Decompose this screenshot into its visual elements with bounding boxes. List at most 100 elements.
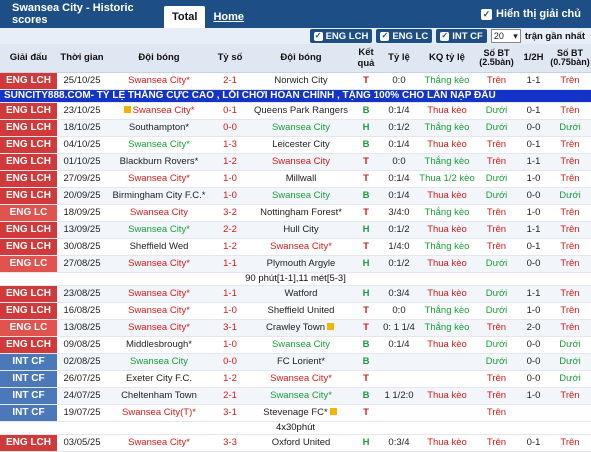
home-team[interactable]: Swansea City* bbox=[107, 221, 211, 239]
match-score[interactable]: 3-2 bbox=[211, 204, 249, 222]
match-score[interactable]: 1-2 bbox=[211, 153, 249, 171]
league-badge[interactable]: ENG LC bbox=[0, 204, 57, 222]
table-row[interactable]: INT CF 24/07/25 Cheltenham Town 2-1 Swansea … bbox=[0, 387, 591, 405]
league-badge[interactable]: ENG LCH bbox=[0, 187, 57, 205]
away-team[interactable]: Swansea City bbox=[249, 119, 353, 137]
away-team[interactable]: Sheffield United bbox=[249, 302, 353, 320]
league-badge[interactable]: ENG LCH bbox=[0, 170, 57, 188]
ad-banner-text[interactable]: SUNCITY888.COM- TỶ LỆ THẮNG CỰC CAO , LỖ… bbox=[0, 89, 591, 103]
league-badge[interactable]: INT CF bbox=[0, 370, 57, 388]
match-count-select[interactable]: 20 ▾ bbox=[490, 29, 521, 43]
home-team[interactable]: Swansea City* bbox=[107, 170, 211, 188]
table-row[interactable]: INT CF 19/07/25 Swansea City(T)* 3-1 Stevena… bbox=[0, 404, 591, 422]
match-score[interactable]: 1-0 bbox=[211, 187, 249, 205]
table-row[interactable]: ENG LCH 23/08/25 Swansea City* 1-1 Watford H 0… bbox=[0, 285, 591, 303]
home-team[interactable]: Cheltenham Town bbox=[107, 387, 211, 405]
table-row[interactable]: ENG LCH 18/10/25 Southampton* 0-0 Swansea Ci… bbox=[0, 119, 591, 137]
league-badge[interactable]: ENG LCH bbox=[0, 119, 57, 137]
home-team[interactable]: Swansea City* bbox=[107, 72, 211, 90]
league-badge[interactable]: ENG LCH bbox=[0, 285, 57, 303]
league-badge[interactable]: ENG LCH bbox=[0, 336, 57, 354]
match-score[interactable]: 0-0 bbox=[211, 353, 249, 371]
away-team[interactable]: Watford bbox=[249, 285, 353, 303]
league-badge[interactable]: ENG LCH bbox=[0, 102, 57, 120]
checkbox-icon[interactable]: ✓ bbox=[313, 31, 323, 41]
tab-home[interactable]: Home bbox=[205, 6, 252, 28]
away-team[interactable]: Swansea City* bbox=[249, 387, 353, 405]
table-row[interactable]: ENG LC 27/08/25 Swansea City* 1-1 Plymouth A… bbox=[0, 255, 591, 273]
league-badge[interactable]: INT CF bbox=[0, 404, 57, 422]
match-score[interactable]: 1-0 bbox=[211, 302, 249, 320]
match-score[interactable]: 2-2 bbox=[211, 221, 249, 239]
match-score[interactable]: 3-3 bbox=[211, 434, 249, 452]
table-row[interactable]: ENG LCH 20/09/25 Birmingham City F.C.* 1-0 S… bbox=[0, 187, 591, 205]
match-score[interactable]: 1-3 bbox=[211, 136, 249, 154]
away-team[interactable]: Norwich City bbox=[249, 72, 353, 90]
match-score[interactable]: 1-2 bbox=[211, 238, 249, 256]
match-score[interactable]: 2-1 bbox=[211, 72, 249, 90]
table-row[interactable]: ENG LCH 09/08/25 Middlesbrough* 1-0 Swansea … bbox=[0, 336, 591, 354]
away-team[interactable]: Swansea City bbox=[249, 153, 353, 171]
away-team[interactable]: Nottingham Forest* bbox=[249, 204, 353, 222]
checkbox-icon[interactable]: ✓ bbox=[380, 31, 390, 41]
match-score[interactable]: 1-0 bbox=[211, 336, 249, 354]
away-team[interactable]: Swansea City* bbox=[249, 370, 353, 388]
checkbox-icon[interactable]: ✓ bbox=[481, 8, 493, 20]
home-team[interactable]: Swansea City* bbox=[107, 434, 211, 452]
league-badge[interactable]: INT CF bbox=[0, 387, 57, 405]
filter-int-cf[interactable]: ✓ INT CF bbox=[436, 29, 487, 43]
home-team[interactable]: Exeter City F.C. bbox=[107, 370, 211, 388]
tab-total[interactable]: Total bbox=[164, 6, 206, 28]
table-row[interactable]: INT CF 02/08/25 Swansea City 0-0 FC Lorient*… bbox=[0, 353, 591, 371]
home-team[interactable]: Middlesbrough* bbox=[107, 336, 211, 354]
match-score[interactable]: 1-1 bbox=[211, 255, 249, 273]
table-row[interactable]: ENG LCH 01/10/25 Blackburn Rovers* 1-2 Swans… bbox=[0, 153, 591, 171]
table-row[interactable]: INT CF 26/07/25 Exeter City F.C. 1-2 Swansea… bbox=[0, 370, 591, 388]
table-row[interactable]: ENG LCH 03/05/25 Swansea City* 3-3 Oxford Un… bbox=[0, 434, 591, 452]
league-badge[interactable]: ENG LCH bbox=[0, 136, 57, 154]
home-team[interactable]: Swansea City* bbox=[107, 136, 211, 154]
away-team[interactable]: Swansea City* bbox=[249, 238, 353, 256]
match-score[interactable]: 1-2 bbox=[211, 370, 249, 388]
match-score[interactable]: 2-1 bbox=[211, 387, 249, 405]
away-team[interactable]: Plymouth Argyle bbox=[249, 255, 353, 273]
league-badge[interactable]: ENG LCH bbox=[0, 238, 57, 256]
filter-eng-lc[interactable]: ✓ ENG LC bbox=[376, 29, 433, 43]
table-row[interactable]: ENG LC 13/08/25 Swansea City* 3-1 Crawley To… bbox=[0, 319, 591, 337]
filter-eng-lch[interactable]: ✓ ENG LCH bbox=[309, 29, 373, 43]
home-team[interactable]: Swansea City* bbox=[107, 319, 211, 337]
table-row[interactable]: ENG LCH 16/08/25 Swansea City* 1-0 Sheffield… bbox=[0, 302, 591, 320]
match-score[interactable]: 1-0 bbox=[211, 170, 249, 188]
home-team[interactable]: Swansea City bbox=[107, 204, 211, 222]
table-row[interactable]: ENG LCH 30/08/25 Sheffield Wed 1-2 Swansea C… bbox=[0, 238, 591, 256]
show-all-toggle[interactable]: ✓ Hiển thị giải chủ bbox=[481, 8, 581, 20]
home-team[interactable]: Blackburn Rovers* bbox=[107, 153, 211, 171]
table-row[interactable]: ENG LCH 23/10/25 Swansea City* 0-1 Queens Pa… bbox=[0, 102, 591, 120]
home-team[interactable]: Swansea City* bbox=[107, 102, 211, 120]
table-row[interactable]: ENG LCH 13/09/25 Swansea City* 2-2 Hull City… bbox=[0, 221, 591, 239]
match-score[interactable]: 0-0 bbox=[211, 119, 249, 137]
match-score[interactable]: 0-1 bbox=[211, 102, 249, 120]
ad-banner[interactable]: SUNCITY888.COM- TỶ LỆ THẮNG CỰC CAO , LỖ… bbox=[0, 89, 591, 103]
home-team[interactable]: Sheffield Wed bbox=[107, 238, 211, 256]
home-team[interactable]: Swansea City(T)* bbox=[107, 404, 211, 422]
league-badge[interactable]: ENG LC bbox=[0, 319, 57, 337]
checkbox-icon[interactable]: ✓ bbox=[440, 31, 450, 41]
away-team[interactable]: Hull City bbox=[249, 221, 353, 239]
home-team[interactable]: Birmingham City F.C.* bbox=[107, 187, 211, 205]
match-score[interactable]: 3-1 bbox=[211, 404, 249, 422]
league-badge[interactable]: ENG LCH bbox=[0, 221, 57, 239]
away-team[interactable]: Oxford United bbox=[249, 434, 353, 452]
home-team[interactable]: Swansea City* bbox=[107, 255, 211, 273]
table-row[interactable]: ENG LCH 27/09/25 Swansea City* 1-0 Millwall T… bbox=[0, 170, 591, 188]
table-row[interactable]: ENG LC 18/09/25 Swansea City 3-2 Nottingham … bbox=[0, 204, 591, 222]
table-row[interactable]: ENG LCH 04/10/25 Swansea City* 1-3 Leicester… bbox=[0, 136, 591, 154]
home-team[interactable]: Southampton* bbox=[107, 119, 211, 137]
league-badge[interactable]: INT CF bbox=[0, 353, 57, 371]
away-team[interactable]: Millwall bbox=[249, 170, 353, 188]
away-team[interactable]: Stevenage FC* bbox=[249, 404, 353, 422]
league-badge[interactable]: ENG LCH bbox=[0, 434, 57, 452]
league-badge[interactable]: ENG LCH bbox=[0, 153, 57, 171]
match-score[interactable]: 1-1 bbox=[211, 285, 249, 303]
league-badge[interactable]: ENG LC bbox=[0, 255, 57, 273]
